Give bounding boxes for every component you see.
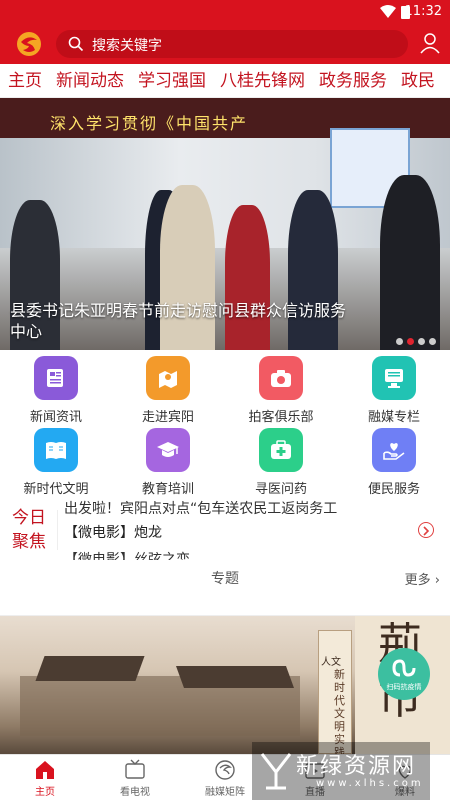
carousel-dot[interactable] — [429, 338, 436, 345]
heart-hand-icon — [372, 428, 416, 472]
grid-item-civilization[interactable]: 新时代文明 — [0, 428, 112, 497]
grid-item-convenience[interactable]: 便民服务 — [338, 428, 450, 497]
topic-image-roof — [35, 656, 145, 681]
qr-link-icon — [392, 659, 416, 677]
chevron-right-icon: › — [434, 573, 440, 588]
monitor-icon — [372, 356, 416, 400]
carousel-dots — [392, 330, 436, 349]
watermark-logo-icon — [260, 753, 292, 790]
topic-title: 专题 — [211, 571, 239, 587]
carousel-dot[interactable] — [396, 338, 403, 345]
function-grid: 新闻资讯 走进宾阳 拍客俱乐部 融媒专栏 新时代文明 教育培训 寻医问药 便民服… — [0, 350, 450, 497]
more-label: 更多 — [404, 573, 431, 588]
news-banner[interactable]: 深入学习贯彻《中国共产 县委书记朱亚明春节前走访慰问县群众信访服务中心 — [0, 98, 450, 350]
bottom-nav-label: 看电视 — [120, 787, 150, 798]
tab-government-service[interactable]: 政务服务 — [311, 64, 393, 97]
user-profile-icon[interactable] — [420, 32, 440, 54]
watermark-url: www.xlhs.com — [316, 778, 424, 789]
carousel-dot[interactable] — [407, 338, 414, 345]
grid-item-label: 便民服务 — [367, 482, 420, 497]
search-input[interactable]: 搜索关键字 — [56, 30, 408, 58]
focus-news-item[interactable]: 【微电影】丝弦之恋 — [64, 549, 190, 560]
banner-photo-person — [380, 175, 440, 350]
search-icon — [68, 36, 84, 52]
map-pin-icon — [146, 356, 190, 400]
bottom-nav-label: 主页 — [35, 787, 55, 798]
home-icon — [34, 759, 56, 781]
app-header: 搜索关键字 — [0, 24, 450, 64]
tab-bagui[interactable]: 八桂先锋网 — [212, 64, 311, 97]
grid-item-medical[interactable]: 寻医问药 — [225, 428, 337, 497]
book-icon — [34, 428, 78, 472]
grid-item-photo-club[interactable]: 拍客俱乐部 — [225, 356, 337, 425]
banner-caption: 县委书记朱亚明春节前走访慰问县群众信访服务中心 — [10, 301, 347, 341]
grid-item-media-column[interactable]: 融媒专栏 — [338, 356, 450, 425]
tab-zhengmin[interactable]: 政民 — [393, 64, 441, 97]
chevron-right-icon[interactable] — [418, 522, 434, 538]
matrix-icon — [214, 759, 236, 781]
tab-news[interactable]: 新闻动态 — [48, 64, 130, 97]
bottom-nav-label: 融媒矩阵 — [205, 787, 245, 798]
topic-art-side: 人文 — [321, 657, 341, 668]
graduation-cap-icon — [146, 428, 190, 472]
qr-antiepidemic-button[interactable]: 扫码抗疫情 — [378, 648, 430, 700]
today-focus: 今日聚焦 出发啦！宾阳点对点“包车送农民工返岗务工 【微电影】炮龙 【微电影】丝… — [0, 500, 450, 560]
grid-item-label: 拍客俱乐部 — [248, 410, 314, 425]
topic-banner-image[interactable]: 人文 新时代文明实践 荊市 扫码抗疫情 — [0, 616, 450, 754]
topic-image-roof — [175, 666, 295, 688]
more-link[interactable]: 更多 › — [405, 569, 440, 588]
wifi-icon — [380, 5, 396, 18]
grid-item-education[interactable]: 教育培训 — [112, 428, 224, 497]
grid-item-binyang[interactable]: 走进宾阳 — [112, 356, 224, 425]
focus-divider — [57, 510, 58, 550]
bottom-nav-tv[interactable]: 看电视 — [90, 759, 180, 798]
focus-title: 今日聚焦 — [12, 508, 46, 552]
status-bar: 11:32 — [0, 0, 450, 24]
qr-label: 扫码抗疫情 — [386, 683, 422, 691]
grid-item-label: 寻医问药 — [254, 482, 307, 497]
grid-item-label: 新时代文明 — [23, 482, 89, 497]
grid-item-label: 融媒专栏 — [367, 410, 420, 425]
bottom-nav-home[interactable]: 主页 — [0, 759, 90, 798]
medical-kit-icon — [259, 428, 303, 472]
category-tabs: 主页 新闻动态 学习强国 八桂先锋网 政务服务 政民 — [0, 64, 450, 98]
app-logo-icon — [17, 32, 41, 56]
tab-home[interactable]: 主页 — [0, 64, 48, 97]
banner-wall-slogan: 深入学习贯彻《中国共产 — [50, 114, 249, 133]
search-placeholder: 搜索关键字 — [92, 38, 162, 54]
carousel-dot[interactable] — [418, 338, 425, 345]
camera-icon — [259, 356, 303, 400]
watermark-text: 新绿资源网 — [296, 754, 417, 779]
grid-item-news[interactable]: 新闻资讯 — [0, 356, 112, 425]
grid-item-label: 走进宾阳 — [141, 410, 194, 425]
topic-section: 专题 更多 › — [0, 560, 450, 616]
status-time: 11:32 — [404, 4, 442, 19]
tab-xuexi[interactable]: 学习强国 — [130, 64, 212, 97]
focus-news-item[interactable]: 出发啦！宾阳点对点“包车送农民工返岗务工 — [64, 500, 337, 518]
watermark-overlay: 新绿资源网 www.xlhs.com — [252, 742, 430, 800]
grid-item-label: 新闻资讯 — [29, 410, 82, 425]
tv-icon — [124, 759, 146, 781]
newspaper-icon — [34, 356, 78, 400]
focus-news-item[interactable]: 【微电影】炮龙 — [64, 522, 162, 542]
grid-item-label: 教育培训 — [141, 482, 194, 497]
